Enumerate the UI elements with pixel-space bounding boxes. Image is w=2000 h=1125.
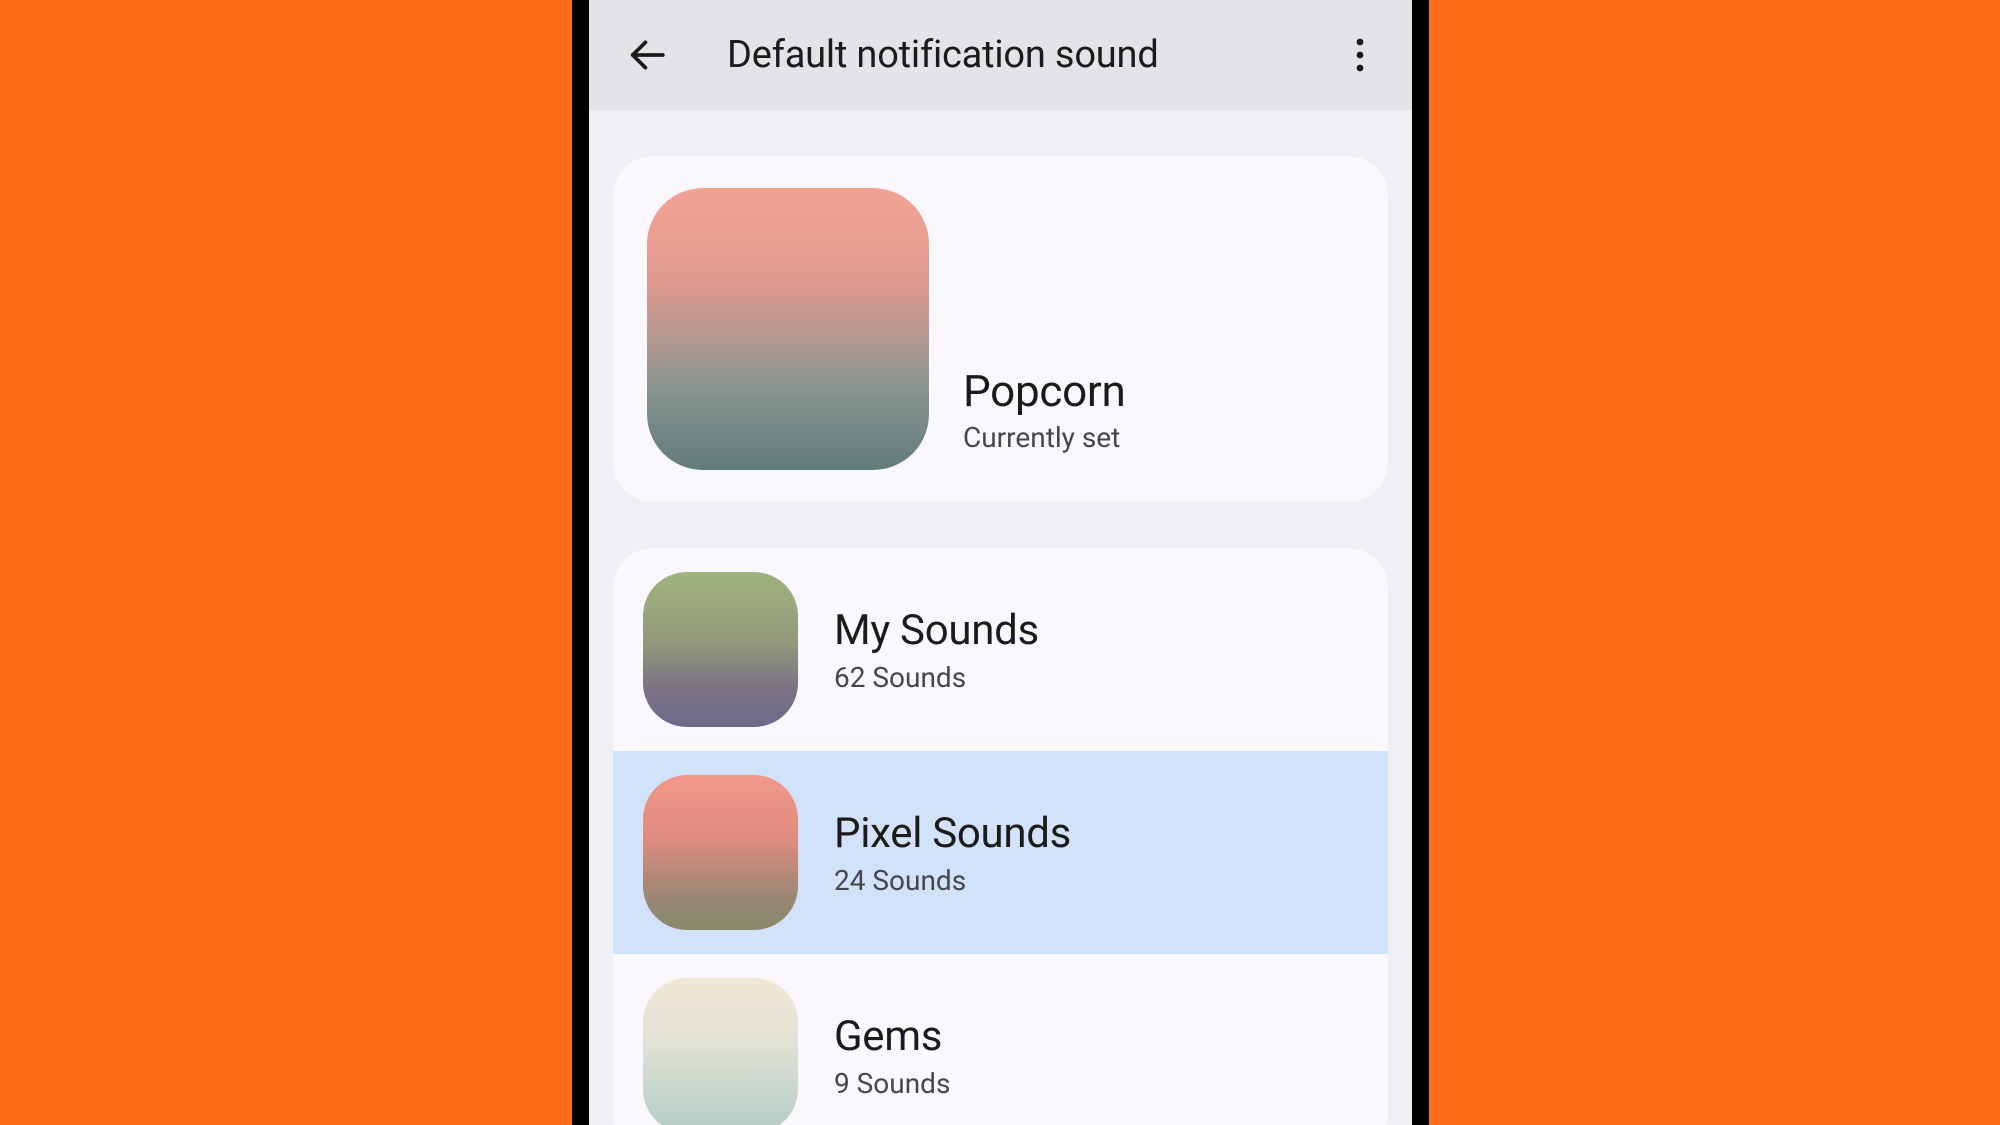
- more-vertical-icon: [1356, 38, 1364, 72]
- category-row-gems[interactable]: Gems 9 Sounds: [613, 954, 1388, 1125]
- category-text: Pixel Sounds 24 Sounds: [834, 809, 1071, 897]
- category-count: 24 Sounds: [834, 864, 1071, 897]
- more-options-button[interactable]: [1336, 25, 1384, 85]
- current-sound-text: Popcorn Currently set: [963, 365, 1126, 470]
- content: Popcorn Currently set My Sounds 62 Sound…: [589, 110, 1412, 1125]
- category-row-pixel-sounds[interactable]: Pixel Sounds 24 Sounds: [613, 751, 1388, 954]
- current-sound-card[interactable]: Popcorn Currently set: [613, 156, 1388, 502]
- category-thumbnail: [643, 775, 798, 930]
- category-text: Gems 9 Sounds: [834, 1012, 950, 1100]
- category-count: 62 Sounds: [834, 661, 1039, 694]
- page-title: Default notification sound: [727, 33, 1336, 77]
- current-sound-name: Popcorn: [963, 365, 1126, 417]
- category-count: 9 Sounds: [834, 1067, 950, 1100]
- screen: Default notification sound Popcorn Curre…: [589, 0, 1412, 1125]
- category-name: Gems: [834, 1012, 950, 1061]
- category-name: Pixel Sounds: [834, 809, 1071, 858]
- app-bar: Default notification sound: [589, 0, 1412, 110]
- arrow-left-icon: [628, 36, 666, 74]
- category-thumbnail: [643, 572, 798, 727]
- current-sound-thumbnail: [647, 188, 929, 470]
- category-thumbnail: [643, 978, 798, 1125]
- category-text: My Sounds 62 Sounds: [834, 606, 1039, 694]
- category-name: My Sounds: [834, 606, 1039, 655]
- back-button[interactable]: [617, 25, 677, 85]
- current-sound-status: Currently set: [963, 421, 1126, 454]
- sound-category-list: My Sounds 62 Sounds Pixel Sounds 24 Soun…: [613, 548, 1388, 1125]
- category-row-my-sounds[interactable]: My Sounds 62 Sounds: [613, 548, 1388, 751]
- phone-frame: Default notification sound Popcorn Curre…: [572, 0, 1429, 1125]
